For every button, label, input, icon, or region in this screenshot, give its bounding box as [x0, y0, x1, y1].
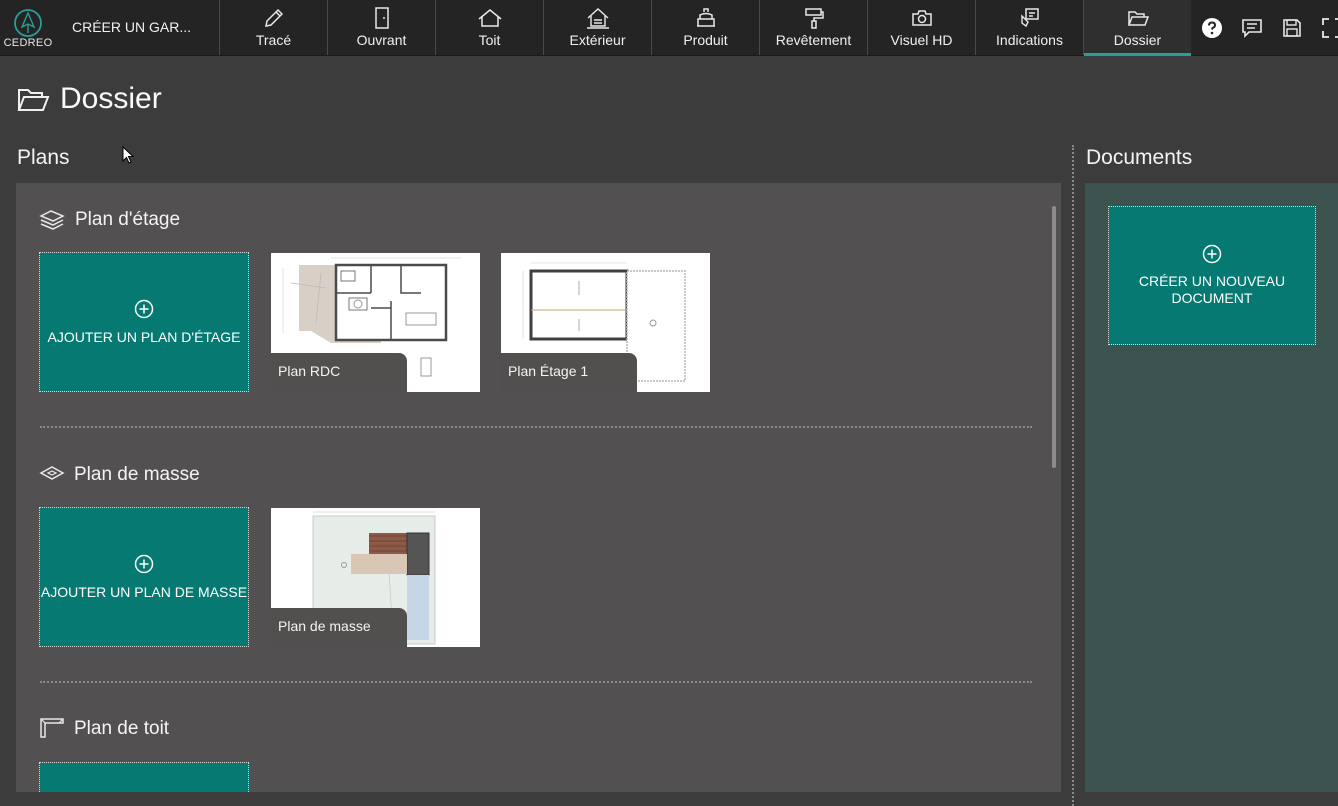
- tool-label: Produit: [683, 32, 728, 48]
- tool-ouvrant[interactable]: Ouvrant: [327, 0, 435, 55]
- site-plan-icon: [39, 466, 65, 480]
- tool-label: Ouvrant: [356, 32, 407, 48]
- tool-visuel-hd[interactable]: Visuel HD: [867, 0, 975, 55]
- tool-label: Visuel HD: [890, 32, 953, 48]
- category-title-plan-masse: Plan de masse: [74, 464, 200, 485]
- category-separator: [40, 426, 1032, 428]
- tool-produit[interactable]: Produit: [651, 0, 759, 55]
- category-separator: [40, 681, 1032, 683]
- plan-thumbnail-masse[interactable]: Plan de masse: [271, 508, 480, 647]
- layers-icon: [39, 210, 65, 230]
- exterior-icon: [586, 8, 609, 29]
- door-icon: [374, 7, 389, 29]
- plans-scrollbar[interactable]: [1052, 206, 1056, 468]
- help-icon[interactable]: [1201, 17, 1223, 39]
- add-floor-plan-button[interactable]: AJOUTER UN PLAN D'ÉTAGE: [39, 252, 249, 392]
- plan-thumbnail-rdc[interactable]: Plan RDC: [271, 253, 480, 392]
- plans-panel: Plan d'étage AJOUTER UN PLAN D'ÉTAGE Pla…: [16, 183, 1061, 792]
- thumbnail-label-tag: Plan RDC: [271, 353, 407, 392]
- logo-text: CEDREO: [3, 37, 53, 49]
- fullscreen-icon[interactable]: [1321, 17, 1338, 39]
- pencil-icon: [264, 8, 283, 27]
- panel-divider: [1072, 145, 1074, 806]
- indications-icon: [1020, 8, 1039, 28]
- tool-label: Indications: [996, 32, 1063, 48]
- plan-label: Plan de masse: [278, 618, 371, 634]
- create-document-label: CRÉER UN NOUVEAU DOCUMENT: [1138, 273, 1286, 306]
- save-icon[interactable]: [1281, 17, 1303, 39]
- documents-section-title: Documents: [1086, 146, 1193, 169]
- thumbnail-label-tag: Plan de masse: [271, 608, 407, 647]
- roof-icon: [478, 9, 501, 27]
- folder-open-icon: [17, 89, 50, 111]
- create-document-button[interactable]: CRÉER UN NOUVEAU DOCUMENT: [1108, 206, 1316, 345]
- tool-exterieur[interactable]: Extérieur: [543, 0, 651, 55]
- tool-label: Revêtement: [775, 32, 852, 48]
- plan-label: Plan Étage 1: [508, 363, 589, 379]
- plan-label: Plan RDC: [278, 363, 341, 379]
- tool-toit[interactable]: Toit: [435, 0, 543, 55]
- comment-icon[interactable]: [1241, 17, 1263, 39]
- plus-circle-icon: [134, 299, 154, 319]
- add-site-plan-label: AJOUTER UN PLAN DE MASSE: [40, 584, 248, 600]
- folder-icon: [1127, 11, 1149, 26]
- add-site-plan-button[interactable]: AJOUTER UN PLAN DE MASSE: [39, 507, 249, 647]
- thumbnail-label-tag: Plan Étage 1: [501, 353, 637, 392]
- logo-icon: [14, 9, 42, 37]
- paint-roller-icon: [804, 8, 824, 29]
- project-name[interactable]: CRÉER UN GAR...: [72, 19, 212, 35]
- product-icon: [696, 8, 715, 27]
- tool-dossier[interactable]: Dossier: [1083, 0, 1191, 56]
- plans-section-title: Plans: [17, 146, 70, 169]
- tool-label: Dossier: [1113, 32, 1162, 48]
- tool-label: Extérieur: [569, 32, 626, 48]
- cedreo-logo[interactable]: CEDREO: [0, 0, 56, 56]
- tool-revetement[interactable]: Revêtement: [759, 0, 867, 55]
- top-toolbar: CEDREO CRÉER UN GAR... Tracé Ouvrant Toi…: [0, 0, 1338, 56]
- category-title-plan-toit: Plan de toit: [74, 718, 170, 739]
- tool-label: Tracé: [255, 32, 292, 48]
- add-roof-plan-button[interactable]: [39, 762, 249, 792]
- tool-trace[interactable]: Tracé: [219, 0, 327, 55]
- camera-icon: [911, 10, 932, 26]
- plus-circle-icon: [1202, 244, 1222, 264]
- add-floor-plan-label: AJOUTER UN PLAN D'ÉTAGE: [47, 329, 241, 345]
- mouse-cursor-icon: [122, 146, 135, 164]
- plan-thumbnail-etage-1[interactable]: Plan Étage 1: [501, 253, 710, 392]
- plus-circle-icon: [134, 554, 154, 574]
- tool-label: Toit: [478, 32, 501, 48]
- page-title: Dossier: [60, 82, 162, 115]
- tool-indications[interactable]: Indications: [975, 0, 1083, 55]
- category-title-plan-etage: Plan d'étage: [75, 209, 181, 230]
- roof-plan-icon: [40, 718, 64, 738]
